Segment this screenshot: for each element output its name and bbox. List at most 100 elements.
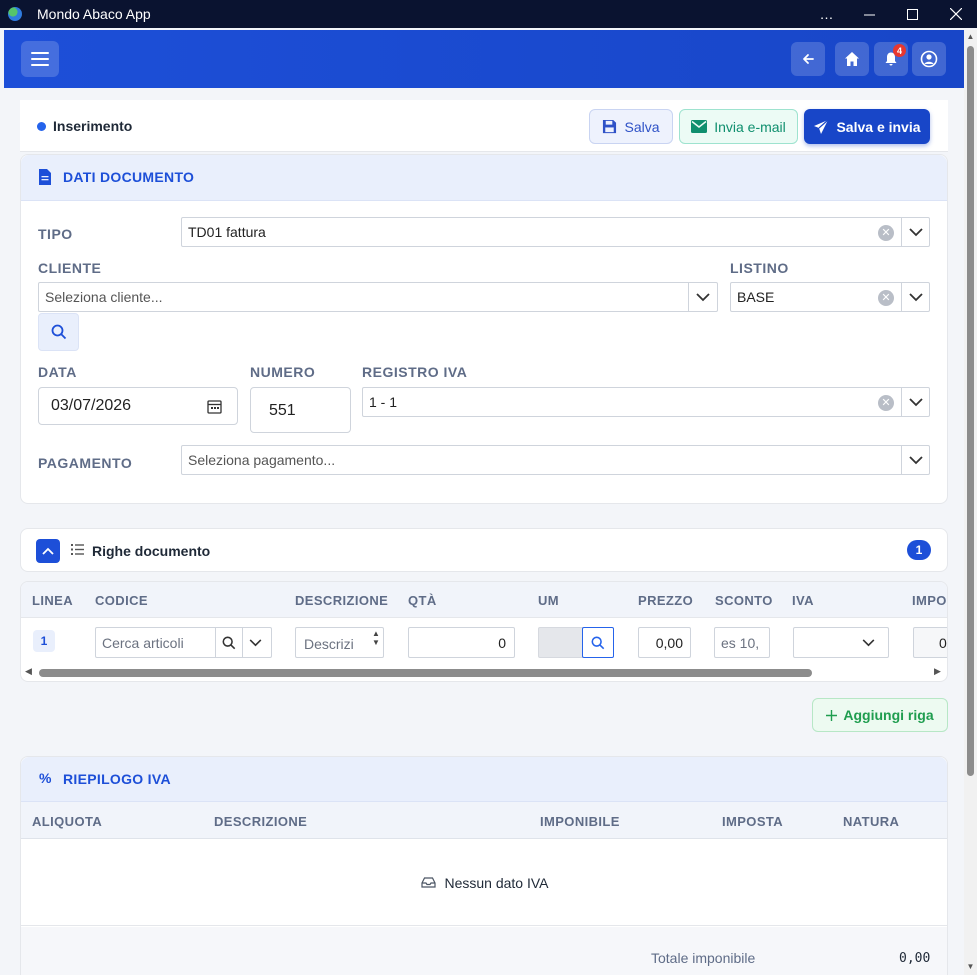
chevron-down-icon[interactable] [906,392,926,412]
document-icon [39,169,51,185]
user-circle-icon [920,50,938,68]
righe-table-header: LINEA CODICE DESCRIZIONE QTÀ UM PREZZO S… [21,582,947,618]
document-data-card: DATI DOCUMENTO TIPO TD01 fattura ✕ CLIEN… [20,154,948,504]
scroll-right-icon[interactable]: ▶ [934,666,941,677]
status-label: Inserimento [53,118,133,134]
date-input[interactable]: 03/07/2026 [38,387,238,425]
scroll-down-icon[interactable]: ▼ [966,962,975,971]
save-and-send-button[interactable]: Salva e invia [804,109,930,144]
send-email-label: Invia e-mail [714,118,786,135]
app-globe-icon [8,7,22,21]
um-search-button[interactable] [582,627,614,658]
numero-input[interactable]: 551 [250,387,351,433]
calendar-icon[interactable] [207,399,222,414]
scrollbar-thumb[interactable] [967,46,974,776]
chevron-down-icon[interactable] [862,639,875,647]
app-header: 4 [4,30,964,88]
minimize-button[interactable] [848,0,891,28]
col-sconto: SCONTO [715,593,773,608]
chevron-down-icon[interactable] [906,222,926,242]
listino-clear-icon[interactable]: ✕ [878,290,894,306]
maximize-button[interactable] [891,0,934,28]
codice-search-field[interactable]: Cerca articoli [95,627,272,658]
send-email-button[interactable]: Invia e-mail [679,109,798,144]
floppy-disk-icon [603,119,617,134]
listino-label: LISTINO [730,260,789,276]
prezzo-input[interactable]: 0,00 [638,627,691,658]
horizontal-scrollbar[interactable]: ◀ ▶ [21,666,947,680]
arrow-left-icon [803,54,814,64]
minimize-icon [864,14,875,15]
add-row-label: Aggiungi riga [843,707,934,723]
profile-button[interactable] [912,42,946,76]
inbox-icon [421,877,437,888]
pagamento-select[interactable]: Seleziona pagamento... [181,445,930,475]
scroll-up-icon[interactable]: ▲ [966,32,975,41]
col-descrizione: DESCRIZIONE [295,593,389,608]
chevron-down-icon[interactable] [906,450,926,470]
home-button[interactable] [835,42,869,76]
tipo-label: TIPO [38,226,73,242]
registro-iva-value: 1 - 1 [369,394,398,410]
chevron-down-icon[interactable] [249,639,262,647]
chevron-down-icon[interactable] [693,287,713,307]
notifications-button[interactable]: 4 [874,42,908,76]
menu-icon [31,52,49,54]
col-importo: IMPO [912,593,947,608]
close-button[interactable] [934,0,977,28]
search-icon[interactable] [222,636,236,650]
collapse-button[interactable] [36,539,60,563]
pagamento-placeholder: Seleziona pagamento... [188,452,336,468]
search-icon [591,636,605,649]
iva-select[interactable] [793,627,889,658]
spinner-icon[interactable]: ▲ ▼ [372,629,380,647]
tipo-value: TD01 fattura [188,224,266,240]
descrizione-textarea[interactable]: Descrizi ▲ ▼ [295,627,384,658]
col-qta: QTÀ [408,593,437,608]
tipo-clear-icon[interactable]: ✕ [878,225,894,241]
add-row-button[interactable]: Aggiungi riga [812,698,948,732]
vertical-scrollbar[interactable]: ▲ ▼ [964,30,977,975]
sconto-input[interactable]: es 10, [714,627,770,658]
listino-select[interactable]: BASE ✕ [730,282,930,312]
cliente-placeholder: Seleziona cliente... [45,289,163,305]
cliente-search-button[interactable] [38,313,79,351]
save-and-send-label: Salva e invia [836,118,921,135]
tipo-select[interactable]: TD01 fattura ✕ [181,217,930,247]
importo-field: 0 [913,627,947,658]
data-label: DATA [38,364,77,380]
col-natura: NATURA [843,814,900,829]
save-button-label: Salva [624,118,660,135]
qta-input[interactable]: 0 [408,627,515,658]
totale-imponibile-label: Totale imponibile [651,950,756,966]
row-line-number: 1 [33,630,55,652]
save-button[interactable]: Salva [589,109,673,144]
chevron-down-icon[interactable] [906,287,926,307]
more-options-button[interactable]: … [805,0,848,28]
qta-value: 0 [498,635,506,651]
registro-clear-icon[interactable]: ✕ [878,395,894,411]
document-data-title: DATI DOCUMENTO [63,169,195,185]
window-titlebar: Mondo Abaco App … [0,0,977,28]
col-aliquota: ALIQUOTA [32,814,103,829]
chevron-up-icon [42,547,54,555]
document-data-header: DATI DOCUMENTO [21,155,947,201]
search-icon [51,324,66,340]
descrizione-placeholder: Descrizi [304,636,354,652]
registro-iva-select[interactable]: 1 - 1 ✕ [362,387,930,417]
sconto-placeholder: es 10, [721,635,760,651]
iva-empty-text: Nessun dato IVA [444,874,549,891]
um-field[interactable] [538,627,583,658]
col-imposta: IMPOSTA [722,814,784,829]
totale-imponibile-value: 0,00 [899,951,931,966]
col-um: UM [538,593,560,608]
iva-empty-state: Nessun dato IVA [21,840,947,926]
registro-iva-label: REGISTRO IVA [362,364,468,380]
horizontal-scrollbar-thumb[interactable] [39,669,812,677]
cliente-select[interactable]: Seleziona cliente... [38,282,718,312]
scroll-left-icon[interactable]: ◀ [25,666,32,677]
back-button[interactable] [791,42,825,76]
plus-icon [826,709,838,721]
col-iva-descrizione: DESCRIZIONE [214,814,308,829]
menu-button[interactable] [21,41,59,77]
